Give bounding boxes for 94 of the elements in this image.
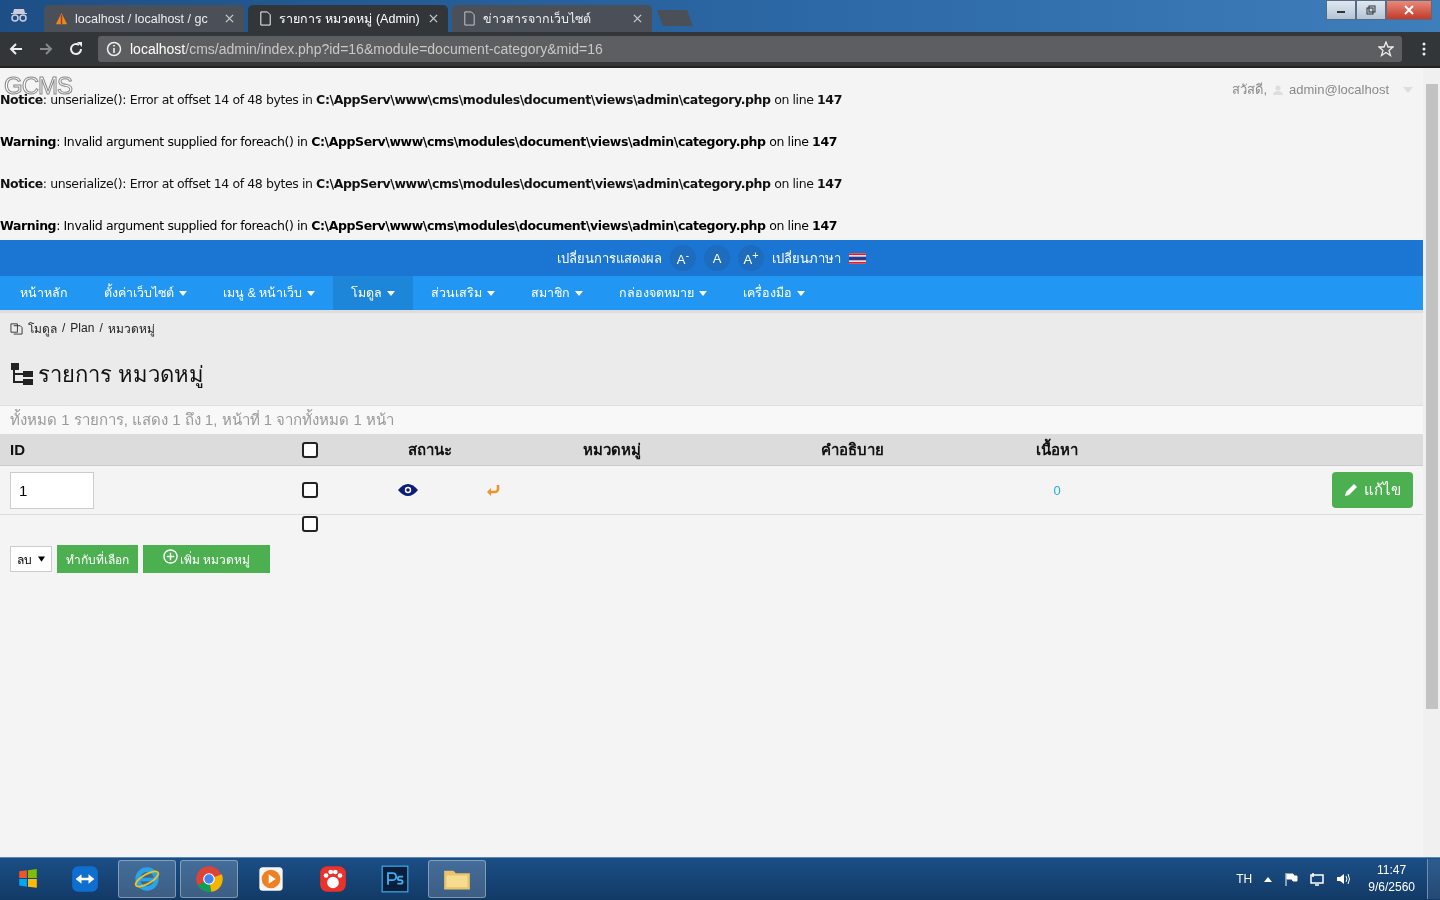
nav-menu-item[interactable]: กล่องจดหมาย xyxy=(601,276,726,310)
minimize-button[interactable] xyxy=(1326,0,1356,20)
back-icon[interactable] xyxy=(8,41,24,57)
column-header: สถานะ xyxy=(406,439,453,460)
php-error-message: Warning: Invalid argument supplied for foreach() in C:\AppServ\www\cms\modules\document\views\admin\category.php on line 147 xyxy=(0,218,838,234)
column-header: หมวดหมู่ xyxy=(582,439,642,462)
taskbar-app[interactable] xyxy=(428,860,486,898)
caret-icon xyxy=(179,290,187,296)
monitor-icon[interactable] xyxy=(1310,872,1325,886)
add-category-button[interactable]: เพิ่ม หมวดหมู่ xyxy=(143,545,271,573)
caret-icon xyxy=(387,290,396,296)
breadcrumb-link[interactable]: Plan xyxy=(70,321,95,335)
restore-button[interactable] xyxy=(1356,0,1386,20)
caret-icon xyxy=(575,290,584,296)
close-icon[interactable] xyxy=(225,14,234,23)
browser-tab[interactable]: localhost / localhost / gc xyxy=(44,5,244,32)
clock[interactable]: 11:47 9/6/2560 xyxy=(1368,862,1415,896)
nav-menu-item[interactable]: หน้าหลัก xyxy=(2,276,86,310)
reload-icon[interactable] xyxy=(68,41,84,57)
flag-icon[interactable] xyxy=(849,252,866,264)
tab-title: localhost / localhost / gc xyxy=(75,11,209,26)
forward-icon[interactable] xyxy=(38,41,54,57)
caret-icon xyxy=(699,290,708,296)
sail-logo-icon xyxy=(54,11,69,26)
eye-icon[interactable] xyxy=(398,484,418,496)
apply-button[interactable]: ทำกับที่เลือก xyxy=(57,545,138,573)
breadcrumb-separator: / xyxy=(62,321,66,335)
caret-icon xyxy=(797,290,806,296)
caret-up-icon[interactable] xyxy=(1264,876,1273,882)
greeting-text: สวัสดี, xyxy=(1232,81,1268,99)
nav-menu-item[interactable]: ตั้งค่าเว็บไซต์ xyxy=(86,276,205,310)
nav-menu-item[interactable]: โมดูล xyxy=(333,276,414,310)
star-icon[interactable] xyxy=(1378,41,1394,57)
restore-icon xyxy=(1366,5,1376,15)
row-checkbox[interactable] xyxy=(302,482,318,498)
nav-menu-item[interactable]: ส่วนเสริม xyxy=(413,276,514,310)
ps-tile-icon xyxy=(381,865,409,893)
id-input-field[interactable]: 1 xyxy=(10,471,94,509)
font-size-button[interactable]: A xyxy=(704,245,730,271)
chrome-wheel-icon xyxy=(195,865,223,893)
browser-tab[interactable]: รายการ หมวดหมู่ (Admin) xyxy=(248,5,448,32)
display-label: เปลี่ยนการแสดงผล xyxy=(557,249,662,268)
font-size-button[interactable]: A$^{+}$ xyxy=(738,245,764,271)
caret-icon xyxy=(487,290,496,296)
select-all-checkbox[interactable] xyxy=(302,441,318,458)
language-label: เปลี่ยนภาษา xyxy=(772,249,841,268)
nav-menu-item[interactable]: เมนู & หน้าเว็บ xyxy=(205,276,334,310)
edit-button[interactable]: แก้ไข xyxy=(1332,472,1413,508)
info-icon xyxy=(106,41,122,57)
nav-menu-item[interactable]: สมาชิก xyxy=(513,276,602,310)
page-title: รายการ หมวดหมู่ xyxy=(38,360,205,390)
pencil-icon xyxy=(1344,483,1358,497)
breadcrumb-separator: / xyxy=(99,321,103,335)
breadcrumb-link[interactable]: โมดูล xyxy=(28,318,57,338)
page-icon xyxy=(462,11,477,26)
page-icon xyxy=(258,11,273,26)
content-count: 0 xyxy=(1052,482,1062,498)
close-icon[interactable] xyxy=(429,14,438,23)
play-icon xyxy=(257,865,285,893)
incognito-icon xyxy=(8,8,30,22)
breadcrumb-current: หมวดหมู่ xyxy=(107,320,155,338)
e-letter-icon xyxy=(133,865,161,893)
column-header: เนื้อหา xyxy=(1035,437,1079,460)
user-menu[interactable]: admin@localhost xyxy=(1289,82,1389,97)
column-header: คำอธิบาย xyxy=(819,439,885,460)
address-field[interactable]: localhost/cms/admin/index.php?id=16&module=document-category&mid=16 xyxy=(98,36,1402,62)
browser-tab[interactable]: ข่าวสารจากเว็บไซต์ xyxy=(452,5,652,32)
page-copy-icon xyxy=(10,321,23,335)
language-indicator[interactable]: TH xyxy=(1236,872,1253,886)
font-size-button[interactable]: A$^{-}$ xyxy=(670,245,696,271)
windows-logo-icon xyxy=(17,868,39,890)
close-button[interactable] xyxy=(1386,0,1432,20)
speaker-icon[interactable] xyxy=(1336,872,1351,886)
action-dropdown[interactable]: ลบ xyxy=(10,546,52,572)
close-icon xyxy=(1404,5,1414,15)
paw-icon xyxy=(319,865,347,893)
reply-arrow-icon xyxy=(486,484,500,496)
scrollbar[interactable] xyxy=(1423,68,1440,857)
menu-icon[interactable] xyxy=(1422,41,1426,57)
plus-circle-icon xyxy=(163,548,178,564)
column-header: ID xyxy=(10,441,26,458)
tab-title: ข่าวสารจากเว็บไซต์ xyxy=(483,10,592,28)
caret-icon xyxy=(307,290,316,296)
nav-menu-item[interactable]: เครื่องมือ xyxy=(725,276,824,310)
show-desktop-button[interactable] xyxy=(1427,859,1440,899)
caret-icon xyxy=(38,556,45,562)
close-icon[interactable] xyxy=(633,14,642,23)
php-error-message: Warning: Invalid argument supplied for foreach() in C:\AppServ\www\cms\modules\document\views\admin\category.php on line 147 xyxy=(0,134,838,150)
footer-checkbox[interactable] xyxy=(302,516,318,532)
summary-text: ทั้งหมด 1 รายการ, แสดง 1 ถึง 1, หน้าที่ 1 จากทั้งหมด 1 หน้า xyxy=(10,408,394,430)
php-error-message: Notice: unserialize(): Error at offset 14 of 48 bytes in C:\AppServ\www\cms\modules\document\views\admin\category.php on line 147 xyxy=(0,176,843,192)
flag-icon[interactable] xyxy=(1284,872,1299,886)
sitemap-icon xyxy=(10,362,34,386)
tab-title: รายการ หมวดหมู่ (Admin) xyxy=(279,10,421,29)
